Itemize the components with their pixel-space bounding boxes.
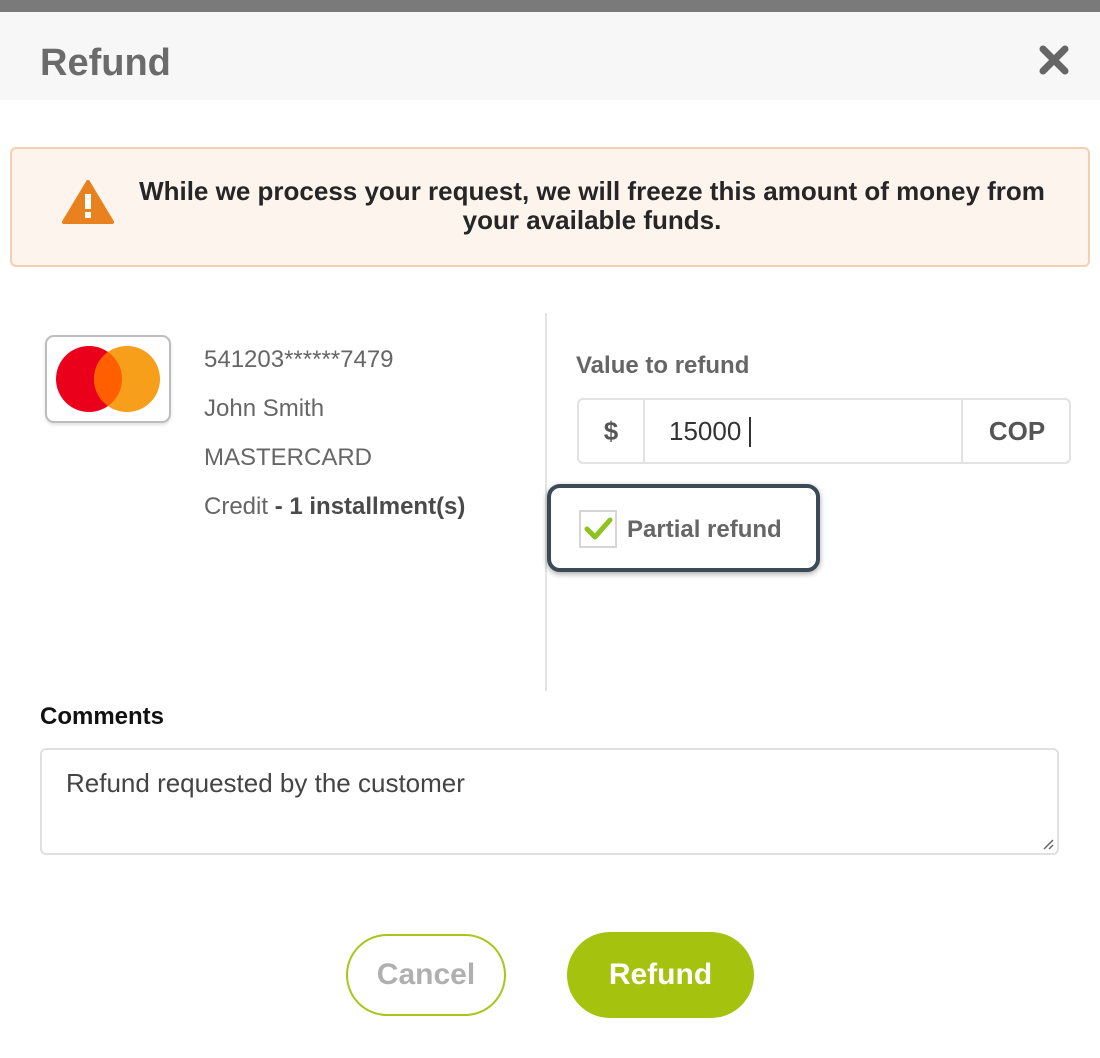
close-icon[interactable]: [1036, 42, 1072, 78]
refund-amount-group: $ COP: [577, 398, 1071, 464]
currency-symbol: $: [579, 400, 645, 462]
currency-code: COP: [961, 400, 1071, 462]
resize-grip-icon[interactable]: [1040, 836, 1054, 850]
partial-refund-option[interactable]: Partial refund: [547, 484, 820, 572]
checkmark-icon: [584, 517, 613, 540]
dialog-header: Refund: [0, 12, 1100, 100]
card-installments: 1 installment(s): [289, 493, 466, 520]
freeze-funds-alert: While we process your request, we will f…: [10, 147, 1090, 267]
card-type: Credit: [204, 493, 269, 520]
cancel-button[interactable]: Cancel: [346, 934, 506, 1016]
comments-textarea[interactable]: Refund requested by the customer: [40, 748, 1059, 855]
partial-refund-label: Partial refund: [627, 516, 782, 543]
dialog-title: Refund: [40, 42, 171, 84]
comments-label: Comments: [40, 703, 165, 730]
card-details: 541203******7479 John Smith MASTERCARD C…: [204, 344, 465, 540]
card-brand: MASTERCARD: [204, 444, 373, 471]
card-holder: John Smith: [204, 395, 325, 422]
comments-value: Refund requested by the customer: [66, 768, 465, 798]
mastercard-logo: [45, 335, 171, 423]
warning-triangle-icon: [62, 179, 114, 225]
installments-separator: -: [268, 493, 290, 520]
window-top-strip: [0, 0, 1100, 12]
card-payment-type: Credit - 1 installment(s): [204, 491, 465, 540]
value-to-refund-label: Value to refund: [576, 352, 750, 379]
alert-message: While we process your request, we will f…: [139, 176, 1045, 235]
card-number: 541203******7479: [204, 346, 394, 373]
text-caret: [749, 417, 751, 447]
refund-button[interactable]: Refund: [567, 932, 754, 1018]
partial-refund-checkbox[interactable]: [579, 510, 617, 548]
refund-amount-input[interactable]: [669, 400, 949, 462]
